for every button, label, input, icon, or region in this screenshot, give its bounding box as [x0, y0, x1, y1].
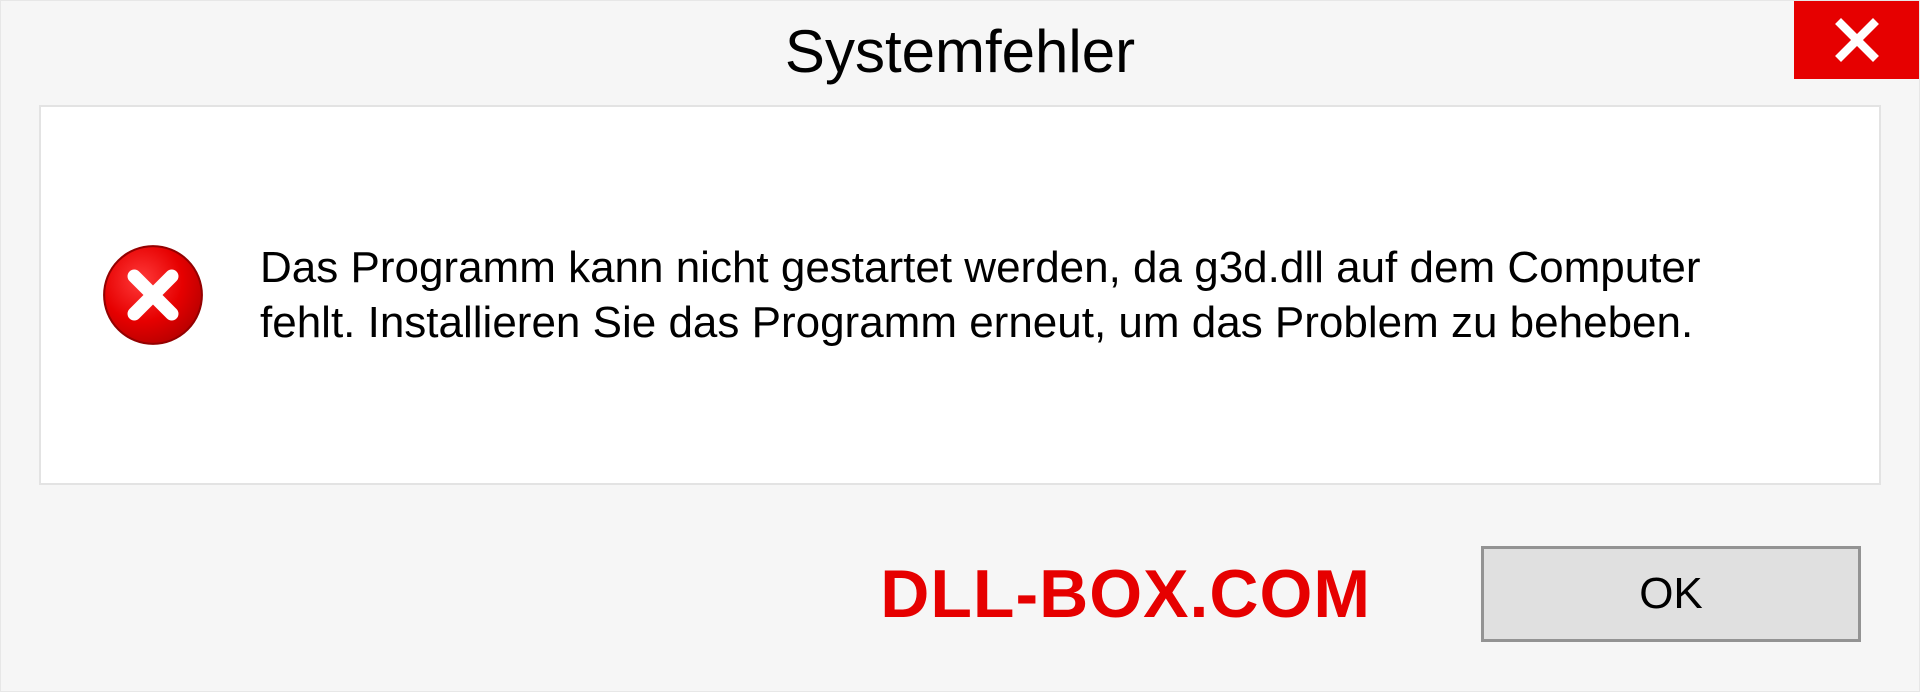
- watermark-text: DLL-BOX.COM: [880, 555, 1371, 633]
- error-message: Das Programm kann nicht gestartet werden…: [260, 240, 1790, 350]
- titlebar: Systemfehler: [1, 1, 1919, 101]
- error-dialog: Systemfehler Das Programm kann nich: [0, 0, 1920, 692]
- dialog-footer: DLL-BOX.COM OK: [1, 496, 1919, 691]
- close-button[interactable]: [1794, 1, 1919, 79]
- close-icon: [1833, 16, 1881, 64]
- ok-button-label: OK: [1639, 569, 1703, 619]
- dialog-content: Das Programm kann nicht gestartet werden…: [39, 105, 1881, 485]
- dialog-title: Systemfehler: [785, 17, 1135, 86]
- ok-button[interactable]: OK: [1481, 546, 1861, 642]
- error-icon: [101, 243, 205, 347]
